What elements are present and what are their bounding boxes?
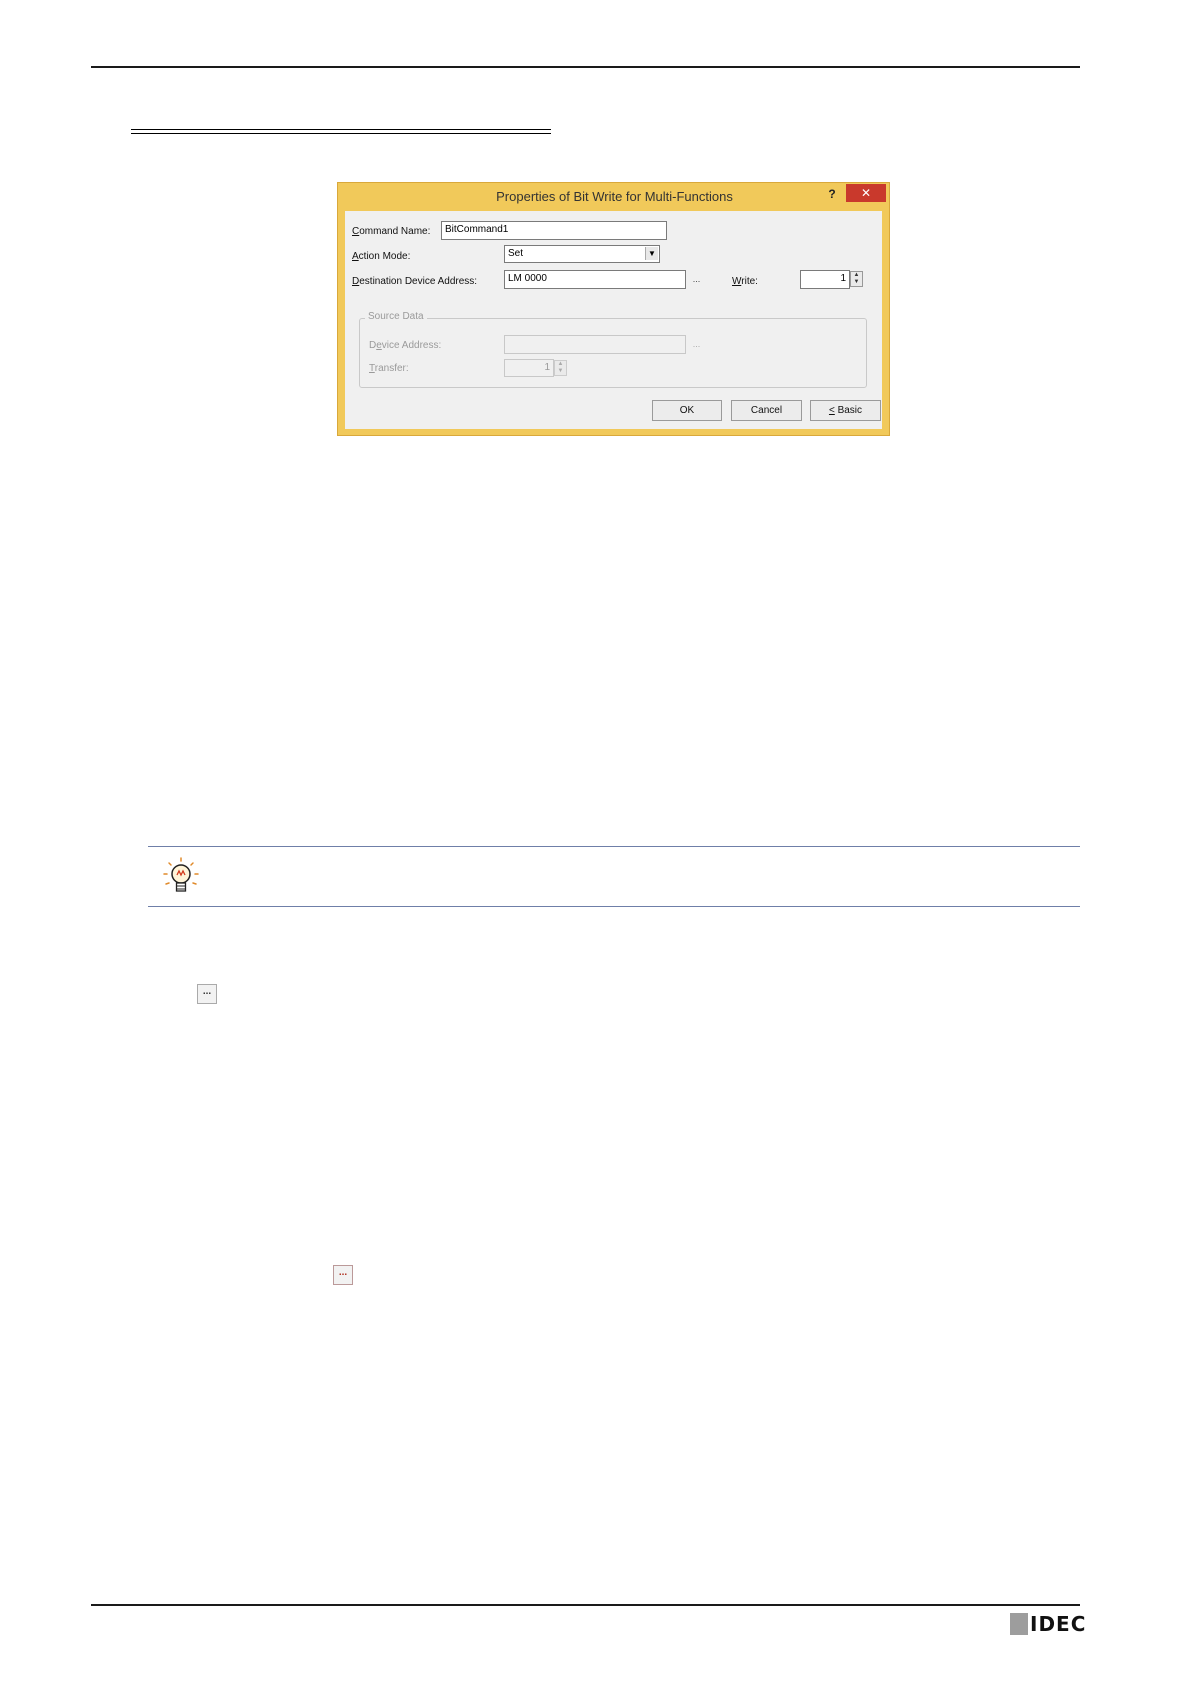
ok-button[interactable]: OK <box>652 400 722 421</box>
command-name-label: Command Name: <box>352 226 431 237</box>
spin-up-icon[interactable]: ▲ <box>851 272 862 279</box>
device-address-input[interactable] <box>504 335 686 354</box>
logo-text: IDEC <box>1030 1612 1087 1636</box>
spin-down-icon[interactable]: ▼ <box>555 368 566 375</box>
heading-underline-double <box>131 133 551 134</box>
destination-device-address-input[interactable]: LM 0000 <box>504 270 686 289</box>
transfer-label: Transfer: <box>369 363 409 374</box>
footer-rule <box>91 1604 1080 1606</box>
header-rule <box>91 66 1080 68</box>
help-button[interactable]: ? <box>822 186 842 202</box>
command-name-input[interactable]: BitCommand1 <box>441 221 667 240</box>
browse-ellipsis-icon-2: ... <box>333 1265 353 1285</box>
cancel-button[interactable]: Cancel <box>731 400 802 421</box>
lightbulb-icon <box>161 856 201 898</box>
close-button[interactable]: ✕ <box>846 184 886 202</box>
spin-down-icon[interactable]: ▼ <box>851 279 862 286</box>
destination-browse-button[interactable]: ... <box>689 273 704 288</box>
write-value-input[interactable]: 1 <box>800 270 850 289</box>
browse-ellipsis-icon: ... <box>197 984 217 1004</box>
write-spinner[interactable]: ▲ ▼ <box>850 271 863 287</box>
action-mode-select[interactable]: Set ▼ <box>504 245 660 263</box>
dialog-client-area: Command Name: BitCommand1 Action Mode: S… <box>345 211 882 429</box>
chevron-down-icon[interactable]: ▼ <box>645 247 658 260</box>
spin-up-icon[interactable]: ▲ <box>555 361 566 368</box>
logo-bar <box>1010 1613 1028 1635</box>
tip-box-top-rule <box>148 846 1080 847</box>
source-data-legend: Source Data <box>365 311 427 322</box>
transfer-input[interactable]: 1 <box>504 359 554 377</box>
action-mode-value: Set <box>508 248 524 259</box>
device-address-browse-button[interactable]: ... <box>689 338 704 353</box>
dialog-title: Properties of Bit Write for Multi-Functi… <box>496 189 733 204</box>
properties-dialog: Properties of Bit Write for Multi-Functi… <box>337 182 890 436</box>
transfer-spinner[interactable]: ▲ ▼ <box>554 360 567 376</box>
basic-button[interactable]: < Basic <box>810 400 881 421</box>
action-mode-label: Action Mode: <box>352 251 411 262</box>
destination-device-address-label: Destination Device Address: <box>352 276 478 287</box>
device-address-label: Device Address: <box>369 340 442 351</box>
tip-box-bottom-rule <box>148 906 1080 907</box>
heading-underline <box>131 129 551 130</box>
write-label: Write: <box>732 276 758 287</box>
